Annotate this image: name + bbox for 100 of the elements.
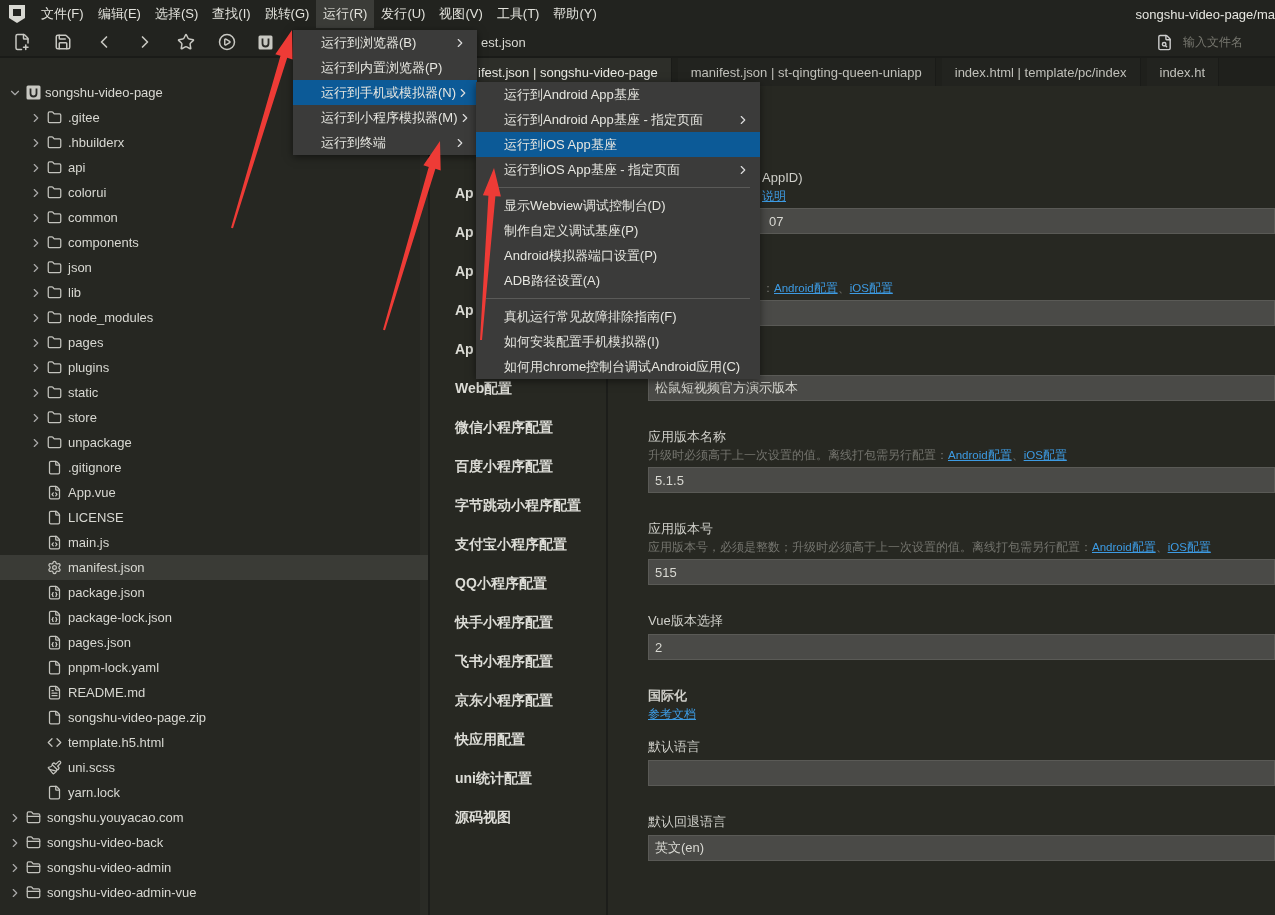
tree-item[interactable]: .gitee — [0, 105, 106, 130]
help-link[interactable]: Android配置 — [1092, 540, 1156, 555]
menu-item[interactable]: 运行到iOS App基座 - 指定页面 — [476, 157, 760, 182]
search-field[interactable]: 输入文件名 — [1181, 34, 1265, 50]
menu-item[interactable]: 编辑(E) — [90, 0, 148, 28]
folder-icon — [47, 310, 62, 325]
tree-item[interactable]: songshu-video-page.zip — [0, 705, 213, 730]
save-icon[interactable] — [53, 32, 73, 52]
tree-item[interactable]: node_modules — [0, 305, 160, 330]
menu-item[interactable]: Android模拟器端口设置(P) — [476, 243, 760, 268]
tree-item[interactable]: pages.json — [0, 630, 137, 655]
tree-item[interactable]: uni.scss — [0, 755, 121, 780]
tree-item[interactable]: json — [0, 255, 98, 280]
tree-item[interactable]: plugins — [0, 355, 116, 380]
help-link[interactable]: Android配置 — [948, 448, 1012, 463]
tree-item[interactable]: common — [0, 205, 124, 230]
tree-item[interactable]: songshu-video-page — [0, 80, 169, 105]
input-field[interactable]: 515 — [648, 559, 1275, 585]
help-link[interactable]: iOS配置 — [1167, 540, 1211, 555]
menu-item[interactable]: 运行到终端 — [293, 130, 477, 155]
tree-item[interactable]: template.h5.html — [0, 730, 171, 755]
nav-item[interactable]: 支付宝小程序配置 — [455, 536, 567, 552]
menu-item[interactable]: 帮助(Y) — [546, 0, 604, 28]
menu-item[interactable]: 运行到iOS App基座 — [476, 132, 760, 157]
menu-item[interactable]: 运行到小程序模拟器(M) — [293, 105, 477, 130]
help-link[interactable]: Android配置 — [774, 281, 838, 296]
tree-item[interactable]: components — [0, 230, 145, 255]
tree-item[interactable]: README.md — [0, 680, 152, 705]
menu-item[interactable]: 运行到Android App基座 - 指定页面 — [476, 107, 760, 132]
uniapp-icon — [258, 34, 273, 50]
tree-item[interactable]: unpackage — [0, 430, 138, 455]
menu-item[interactable]: 发行(U) — [374, 0, 433, 28]
tree-item[interactable]: colorui — [0, 180, 113, 205]
menu-item[interactable]: 真机运行常见故障排除指南(F) — [476, 304, 760, 329]
menu-item[interactable]: 选择(S) — [147, 0, 206, 28]
help-link[interactable]: iOS配置 — [1023, 448, 1067, 463]
tree-item[interactable]: package-lock.json — [0, 605, 179, 630]
nav-item[interactable]: 微信小程序配置 — [455, 419, 553, 435]
input-field[interactable]: 2 — [648, 634, 1275, 660]
input-field[interactable] — [648, 760, 1275, 786]
menu-item[interactable]: 跳转(G) — [257, 0, 317, 28]
menu-item[interactable]: ADB路径设置(A) — [476, 268, 760, 293]
menu-item[interactable]: 工具(T) — [489, 0, 547, 28]
star-icon[interactable] — [176, 32, 196, 52]
nav-item[interactable]: 快应用配置 — [455, 731, 525, 747]
menu-item[interactable]: 如何安装配置手机模拟器(I) — [476, 329, 760, 354]
nav-item[interactable]: 字节跳动小程序配置 — [455, 497, 581, 513]
nav-item[interactable]: Ap — [455, 224, 474, 240]
folder-icon — [47, 160, 62, 175]
tree-item[interactable]: pages — [0, 330, 110, 355]
tree-item[interactable]: lib — [0, 280, 87, 305]
folder-icon — [47, 210, 62, 225]
tree-item[interactable]: static — [0, 380, 105, 405]
separator-text: 、 — [1155, 540, 1168, 555]
nav-item[interactable]: 百度小程序配置 — [455, 458, 553, 474]
menu-item[interactable]: 视图(V) — [432, 0, 490, 28]
input-field[interactable]: 5.1.5 — [648, 467, 1275, 493]
nav-item[interactable]: Web配置 — [455, 380, 513, 396]
tree-item[interactable]: songshu-video-back — [0, 830, 170, 855]
tree-item[interactable]: LICENSE — [0, 505, 130, 530]
tree-item[interactable]: package.json — [0, 580, 151, 605]
play-icon[interactable] — [217, 32, 237, 52]
nav-item[interactable]: 京东小程序配置 — [455, 692, 553, 708]
nav-item[interactable]: Ap — [455, 185, 474, 201]
nav-item[interactable]: 源码视图 — [455, 809, 511, 825]
new-file-icon[interactable] — [12, 32, 32, 52]
tree-item[interactable]: main.js — [0, 530, 116, 555]
search-icon[interactable] — [1156, 33, 1173, 51]
tree-item[interactable]: store — [0, 405, 103, 430]
separator-text: 、 — [837, 281, 850, 296]
uniapp-icon — [26, 85, 41, 100]
menu-item[interactable]: 查找(I) — [205, 0, 258, 28]
nav-item[interactable]: Ap — [455, 302, 474, 318]
nav-item[interactable]: 飞书小程序配置 — [455, 653, 553, 669]
tree-item[interactable]: .gitignore — [0, 455, 128, 480]
tree-item[interactable]: pnpm-lock.yaml — [0, 655, 166, 680]
nav-item[interactable]: QQ小程序配置 — [455, 575, 547, 591]
tree-item[interactable]: songshu-video-admin-vue — [0, 880, 203, 905]
menu-item[interactable]: 运行(R) — [316, 0, 375, 28]
input-field[interactable]: 松鼠短视频官方演示版本 — [648, 375, 1275, 401]
folder-icon — [26, 860, 41, 875]
input-field[interactable]: 英文(en) — [648, 835, 1275, 861]
nav-item[interactable]: uni统计配置 — [455, 770, 532, 786]
nav-item[interactable]: Ap — [455, 341, 474, 357]
field-label: Vue版本选择 — [648, 613, 723, 628]
help-link[interactable]: 参考文档 — [648, 707, 696, 722]
tree-item[interactable]: manifest.json — [0, 555, 428, 580]
menu-item[interactable]: 运行到手机或模拟器(N) — [293, 80, 477, 105]
tree-item[interactable]: songshu-video-admin — [0, 855, 178, 880]
tree-item[interactable]: yarn.lock — [0, 780, 127, 805]
help-link[interactable]: 说明 — [762, 189, 786, 204]
tree-item[interactable]: .hbuilderx — [0, 130, 131, 155]
tree-item[interactable]: api — [0, 155, 92, 180]
tree-item[interactable]: App.vue — [0, 480, 122, 505]
tree-item[interactable]: songshu.youyacao.com — [0, 805, 190, 830]
menu-item[interactable]: 文件(F) — [34, 0, 91, 28]
menu-item[interactable]: 运行到浏览器(B) — [293, 30, 477, 55]
nav-item[interactable]: 快手小程序配置 — [455, 614, 553, 630]
help-link[interactable]: iOS配置 — [849, 281, 893, 296]
nav-item[interactable]: Ap — [455, 263, 474, 279]
